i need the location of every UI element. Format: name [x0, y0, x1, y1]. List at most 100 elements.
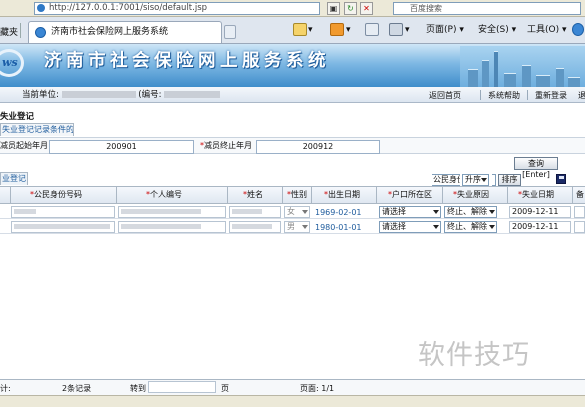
end-month-input[interactable]: 200912: [256, 140, 380, 154]
remarks-cell[interactable]: [574, 206, 585, 218]
start-month-input[interactable]: 200901: [49, 140, 194, 154]
divider: [20, 23, 21, 38]
column-header-unemployment-date[interactable]: *失业日期: [518, 189, 554, 201]
sort-button[interactable]: 排序: [498, 174, 521, 186]
divider: [527, 90, 528, 100]
column-header-birth-date[interactable]: *出生日期: [324, 189, 360, 201]
remarks-cell[interactable]: [574, 221, 585, 233]
search-placeholder: 百度搜索: [410, 4, 442, 13]
column-header-gender[interactable]: *性别: [287, 189, 307, 201]
unit-name-redacted: [61, 91, 136, 98]
top-nav-bar: 当前单位: (编号: 返回首页 系统帮助 重新登录 退: [0, 87, 585, 103]
personal-number-cell[interactable]: [118, 221, 226, 233]
district-select[interactable]: 请选择: [379, 206, 441, 218]
redacted-text: [121, 209, 201, 214]
birth-date: 1980-01-01: [315, 223, 362, 232]
name-cell[interactable]: [229, 206, 281, 218]
feeds-icon[interactable]: [330, 23, 344, 36]
city-skyline-image: [460, 46, 585, 87]
reason-select[interactable]: 终止、解除: [444, 206, 497, 218]
column-header-name[interactable]: *姓名: [243, 189, 263, 201]
unit-code-redacted: [164, 91, 221, 98]
page-title: 失业登记: [0, 112, 35, 122]
unemployment-date: 2009-12-11: [512, 222, 559, 231]
id-number-cell[interactable]: [11, 221, 115, 233]
gender-select[interactable]: 男: [284, 221, 310, 233]
page-info: 页面: 1/1: [300, 384, 335, 393]
goto-label: 转到: [130, 384, 146, 393]
page-menu[interactable]: 页面(P) ▾: [426, 23, 464, 37]
unemployment-date: 2009-12-11: [512, 207, 559, 216]
mail-icon[interactable]: [365, 23, 379, 36]
page-menu-label: 页面(P): [426, 25, 457, 35]
address-bar[interactable]: http://127.0.0.1:7001/siso/default.jsp: [34, 2, 320, 15]
id-number-cell[interactable]: [11, 206, 115, 218]
nav-exit-link[interactable]: 退: [578, 90, 585, 101]
redacted-text: [14, 224, 110, 229]
nav-relogin-link[interactable]: 重新登录: [535, 90, 567, 101]
total-label: 计:: [0, 384, 11, 393]
app-banner: ws 济南市社会保险网上服务系统: [0, 44, 585, 87]
home-dropdown-icon[interactable]: ▾: [308, 23, 313, 37]
home-icon[interactable]: [293, 23, 307, 36]
watermark: 软件技巧: [418, 340, 530, 371]
sort-order-select[interactable]: 升序: [462, 174, 489, 186]
safety-menu[interactable]: 安全(S) ▾: [478, 23, 516, 37]
print-dropdown-icon[interactable]: ▾: [405, 23, 410, 37]
start-month-label: 减员起始年月: [0, 141, 48, 150]
refresh-icon[interactable]: ↻: [344, 2, 357, 15]
gender-select[interactable]: 女: [284, 206, 310, 218]
nav-home-link[interactable]: 返回首页: [429, 90, 461, 101]
unemployment-date-cell[interactable]: 2009-12-11: [509, 206, 571, 218]
feeds-dropdown-icon[interactable]: ▾: [346, 23, 351, 37]
gender-value: 男: [287, 222, 295, 231]
subtab-label: 失业登记记录条件的职工: [2, 125, 74, 134]
browser-tab[interactable]: 济南市社会保险网上服务系统: [28, 21, 222, 43]
column-header-id-number[interactable]: *公民身份号码: [30, 189, 82, 201]
tab-eligible-staff[interactable]: 失业登记记录条件的职工: [0, 123, 74, 136]
stop-icon[interactable]: ✕: [360, 2, 373, 15]
brand-logo: ws: [0, 49, 24, 77]
birth-date: 1969-02-01: [315, 208, 362, 217]
help-icon[interactable]: [572, 23, 584, 36]
ie-tab-icon: [35, 27, 46, 38]
chevron-down-icon: [489, 210, 495, 214]
unemployment-date-cell[interactable]: 2009-12-11: [509, 221, 571, 233]
print-icon[interactable]: [389, 23, 403, 36]
query-button[interactable]: 查询[Enter]: [514, 157, 558, 179]
start-month-value: 200901: [106, 142, 137, 151]
column-header-district[interactable]: *户口所在区: [388, 189, 432, 201]
tools-menu[interactable]: 工具(O) ▾: [527, 23, 567, 37]
column-header-personal-number[interactable]: *个人编号: [146, 189, 182, 201]
chevron-down-icon: [433, 225, 439, 229]
column-header-reason[interactable]: *失业原因: [453, 189, 489, 201]
tab-unemployment-registration[interactable]: 业登记: [0, 172, 28, 185]
column-header-remarks[interactable]: 备: [576, 189, 584, 201]
gender-value: 女: [287, 207, 295, 216]
district-select[interactable]: 请选择: [379, 221, 441, 233]
redacted-text: [121, 224, 201, 229]
tab-title: 济南市社会保险网上服务系统: [51, 27, 169, 37]
address-bar-row: http://127.0.0.1:7001/siso/default.jsp ▣…: [0, 0, 585, 17]
nav-help-link[interactable]: 系统帮助: [488, 90, 520, 101]
name-cell[interactable]: [229, 221, 281, 233]
goto-page-input[interactable]: [148, 381, 216, 393]
redacted-text: [232, 209, 262, 214]
compat-view-icon[interactable]: ▣: [327, 2, 340, 15]
personal-number-cell[interactable]: [118, 206, 226, 218]
tab-bar: 藏夹 济南市社会保险网上服务系统 ▾ ▾ ▾ 页面(P) ▾ 安全(S) ▾ 工…: [0, 17, 585, 44]
chevron-down-icon: [302, 225, 308, 229]
new-tab-button[interactable]: [224, 25, 236, 39]
save-icon[interactable]: [556, 174, 566, 184]
reason-select[interactable]: 终止、解除: [444, 221, 497, 233]
brand-logo-text: ws: [2, 56, 18, 69]
search-input[interactable]: 百度搜索: [393, 2, 581, 15]
safety-menu-label: 安全(S): [478, 25, 509, 35]
chevron-down-icon: [489, 225, 495, 229]
current-unit-label: 当前单位:: [22, 90, 59, 100]
end-month-label-text: 减员终止年月: [204, 141, 252, 150]
favorites-label[interactable]: 藏夹: [0, 25, 18, 38]
ie-page-icon: [37, 4, 45, 12]
page-unit-label: 页: [221, 384, 229, 393]
chevron-down-icon: [302, 210, 308, 214]
